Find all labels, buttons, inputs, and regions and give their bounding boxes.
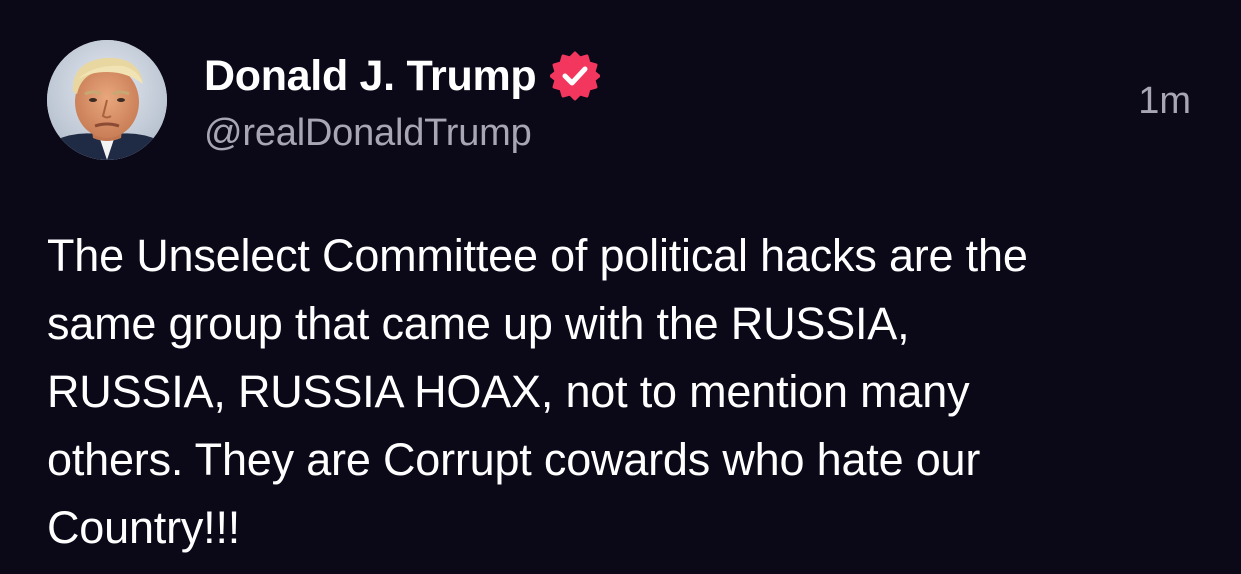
avatar[interactable]: [47, 40, 167, 160]
avatar-image: [47, 40, 167, 160]
post-card: Donald J. Trump @realDonaldTrump 1m The …: [0, 0, 1241, 574]
post-text-line: The Unselect Committee of political hack…: [47, 230, 1028, 281]
post-text-line: same group that came up with the RUSSIA,: [47, 298, 910, 349]
verified-badge-icon: [549, 51, 601, 101]
post-text-line: Country!!!: [47, 502, 241, 553]
post-timestamp[interactable]: 1m: [1138, 80, 1191, 123]
post-text-line: others. They are Corrupt cowards who hat…: [47, 434, 981, 485]
post-text-line: RUSSIA, RUSSIA HOAX, not to mention many: [47, 366, 970, 417]
author-display-name[interactable]: Donald J. Trump: [204, 52, 537, 101]
author-name-row: Donald J. Trump: [204, 50, 601, 102]
author-handle[interactable]: @realDonaldTrump: [204, 112, 532, 155]
post-body: The Unselect Committee of political hack…: [47, 222, 1207, 562]
